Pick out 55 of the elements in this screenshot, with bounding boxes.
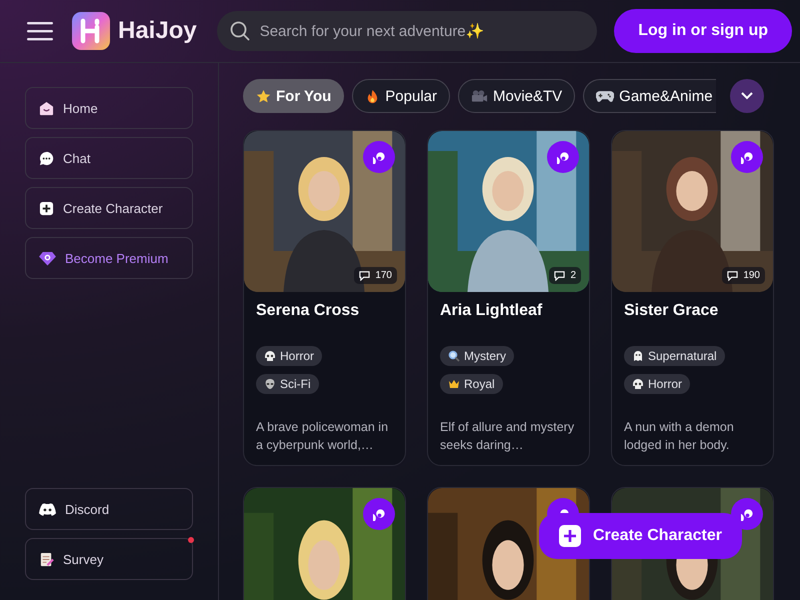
chevron-down-icon: [741, 92, 753, 100]
skull-icon: [632, 378, 644, 390]
character-card[interactable]: 170 Serena Cross Horror Sci-Fi A brave policewoman in a cyberpunk world,…: [243, 130, 406, 466]
crown-icon: [448, 378, 460, 390]
sidebar-item[interactable]: Discord: [25, 488, 193, 530]
chat-icon: [39, 150, 54, 166]
speech-bubble-icon: [359, 270, 370, 281]
sidebar-item[interactable]: Survey: [25, 538, 193, 580]
character-description: A nun with a demon lodged in her body.: [624, 419, 735, 454]
character-name: Serena Cross: [256, 302, 360, 321]
character-description: Elf of allure and mystery seeks daring…: [440, 419, 576, 454]
genre-tag: Royal: [440, 374, 503, 394]
magnifier-icon: [448, 350, 460, 362]
alien-icon: [264, 378, 276, 390]
ghost-icon: [632, 350, 644, 362]
plus-icon: [39, 200, 54, 216]
genre-tag: Horror: [256, 346, 322, 366]
speech-bubble-icon: [554, 270, 566, 281]
gamepad-icon: [39, 502, 56, 516]
logo-icon: [72, 12, 110, 50]
category-tab[interactable]: Game&Anime: [583, 79, 716, 113]
gamepad-icon: [596, 90, 614, 102]
login-button[interactable]: Log in or sign up: [614, 9, 792, 53]
chat-count: 190: [722, 267, 765, 284]
genre-tag: Mystery: [440, 346, 514, 366]
menu-icon[interactable]: [27, 21, 53, 41]
create-character-button[interactable]: Create Character: [539, 513, 742, 559]
home-icon: [39, 100, 54, 116]
character-name: Aria Lightleaf: [440, 302, 544, 321]
star-icon: [256, 88, 271, 104]
notepad-icon: [39, 552, 54, 566]
camera-icon: [470, 89, 488, 103]
genre-tag: Horror: [624, 374, 690, 394]
logo-text: HaiJoy: [118, 17, 197, 45]
sidebar-item[interactable]: Become Premium: [25, 237, 193, 279]
search-field[interactable]: Search for your next adventure✨: [216, 11, 597, 51]
sidebar-item[interactable]: Chat: [25, 137, 193, 179]
character-card[interactable]: 190 Sister Grace Supernatural Horror A nun with a demon lodged in her body.: [611, 130, 774, 466]
sidebar-item[interactable]: Create Character: [25, 187, 193, 229]
skull-icon: [264, 350, 276, 362]
chat-count: 170: [354, 267, 397, 284]
genre-tag: Sci-Fi: [256, 374, 319, 394]
genre-tag: Supernatural: [624, 346, 725, 366]
chat-count: 2: [549, 267, 581, 284]
character-name: Sister Grace: [624, 302, 720, 321]
plus-icon: [559, 525, 581, 547]
expand-button[interactable]: [730, 79, 764, 113]
character-card[interactable]: 2 Aria Lightleaf Mystery Royal Elf of allure and mystery seeks daring…: [427, 130, 590, 466]
category-tab[interactable]: Movie&TV: [458, 79, 576, 113]
diamond-icon: [39, 250, 56, 266]
category-tab[interactable]: For You: [243, 79, 344, 113]
character-description: A brave policewoman in a cyberpunk world,…: [256, 419, 390, 454]
speech-bubble-icon: [727, 270, 738, 281]
sidebar-item[interactable]: Home: [25, 87, 193, 129]
category-tab[interactable]: Popular: [352, 79, 450, 113]
